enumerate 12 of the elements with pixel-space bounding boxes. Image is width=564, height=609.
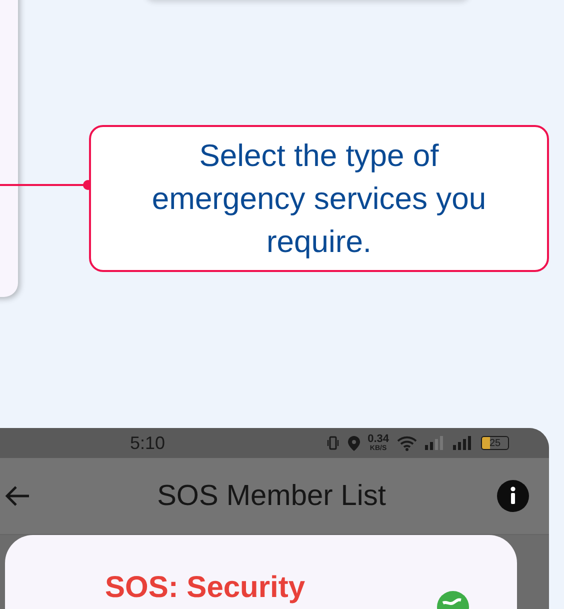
battery-indicator: 25: [481, 436, 509, 450]
dialog-title: SOS: Security: [105, 571, 306, 605]
signal-icon: [453, 436, 473, 450]
location-icon: [348, 436, 360, 450]
signal-icon: [425, 436, 445, 450]
callout-text: Select the type of emergency services you require.: [150, 137, 488, 261]
info-icon[interactable]: [497, 480, 529, 512]
vibrate-icon: [326, 436, 340, 450]
status-time: 5:10: [130, 432, 166, 454]
screen-title: SOS Member List: [156, 480, 387, 512]
wifi-icon: [397, 436, 417, 450]
back-arrow-icon[interactable]: [4, 485, 30, 507]
